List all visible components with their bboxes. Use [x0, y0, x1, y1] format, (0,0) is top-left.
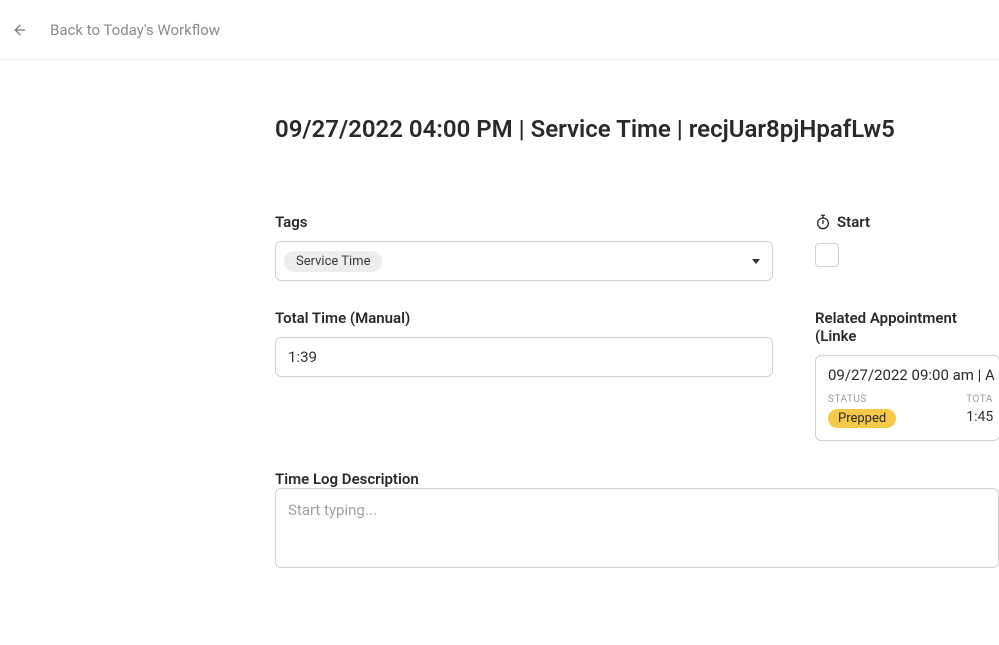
- tags-group: Tags Service Time: [275, 213, 773, 281]
- chevron-down-icon: [752, 259, 760, 264]
- total-time-input[interactable]: [275, 337, 773, 377]
- tag-chip: Service Time: [284, 251, 382, 272]
- related-total-label: TOTA: [966, 394, 993, 405]
- related-appointment-card[interactable]: 09/27/2022 09:00 am | A STATUS Prepped T…: [815, 355, 999, 441]
- description-textarea[interactable]: [275, 488, 999, 568]
- start-label: Start: [837, 213, 870, 231]
- content-area: 09/27/2022 04:00 PM | Service Time | rec…: [0, 60, 999, 572]
- start-group: Start: [815, 213, 870, 281]
- related-meta-row: STATUS Prepped TOTA 1:45: [828, 394, 987, 428]
- tags-start-row: Tags Service Time Start: [275, 213, 999, 281]
- related-label: Related Appointment (Linke: [815, 309, 999, 345]
- start-checkbox[interactable]: [815, 243, 839, 267]
- description-label: Time Log Description: [275, 470, 419, 488]
- related-status-label: STATUS: [828, 394, 896, 405]
- related-group: Related Appointment (Linke 09/27/2022 09…: [815, 309, 999, 441]
- stopwatch-icon: [815, 214, 831, 230]
- time-related-row: Total Time (Manual) Related Appointment …: [275, 309, 999, 441]
- related-total-value: 1:45: [966, 409, 993, 425]
- topbar: Back to Today's Workflow: [0, 0, 999, 60]
- back-arrow-icon[interactable]: [12, 22, 28, 38]
- status-badge: Prepped: [828, 409, 896, 428]
- total-time-label: Total Time (Manual): [275, 309, 773, 327]
- page-title: 09/27/2022 04:00 PM | Service Time | rec…: [275, 115, 999, 143]
- start-label-wrap: Start: [815, 213, 870, 231]
- related-title: 09/27/2022 09:00 am | A: [828, 366, 987, 384]
- related-total-col: TOTA 1:45: [966, 394, 993, 428]
- tags-select[interactable]: Service Time: [275, 241, 773, 281]
- back-link[interactable]: Back to Today's Workflow: [50, 21, 220, 39]
- tags-label: Tags: [275, 213, 773, 231]
- total-time-group: Total Time (Manual): [275, 309, 773, 441]
- related-status-col: STATUS Prepped: [828, 394, 896, 428]
